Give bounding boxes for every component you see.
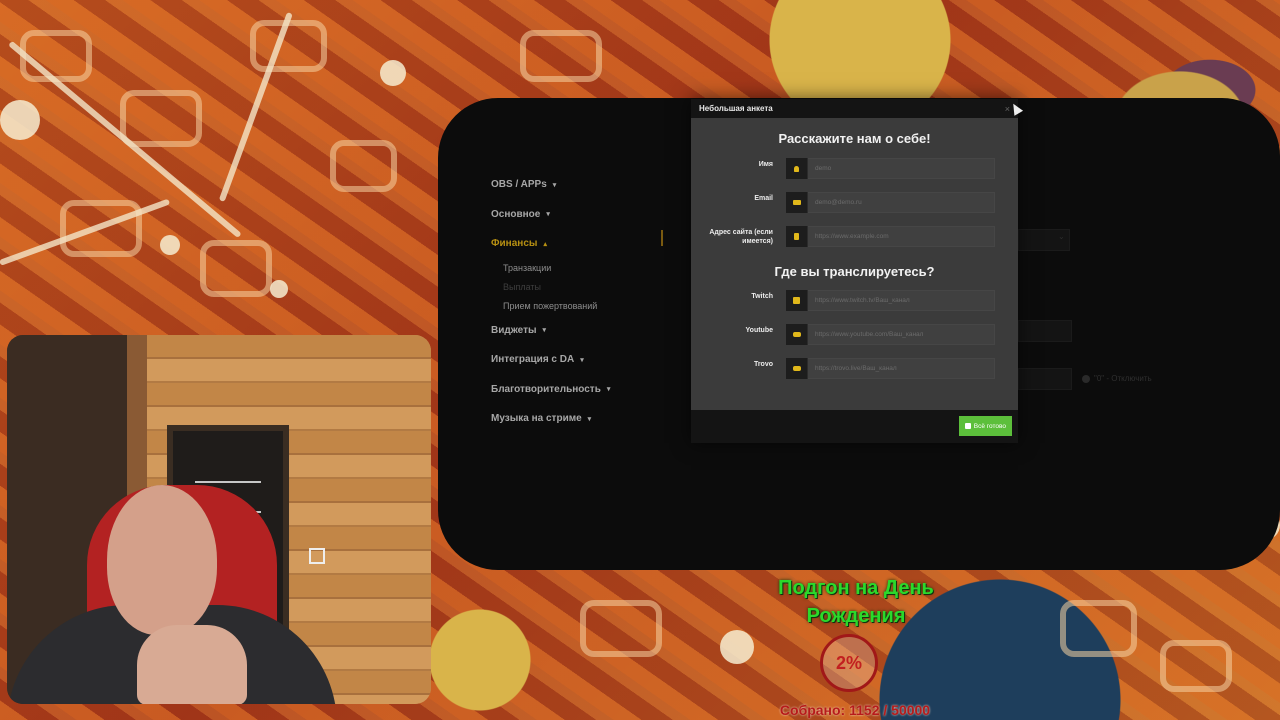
sidebar-item-label: Благотворительность xyxy=(491,383,601,395)
done-button[interactable]: Всё готово xyxy=(958,416,1012,436)
twitch-input-group xyxy=(786,290,995,311)
sidebar-item-label: Основное xyxy=(491,208,541,220)
user-icon xyxy=(786,158,808,179)
retro-shape xyxy=(1060,600,1137,657)
active-section-indicator xyxy=(661,230,663,246)
chevron-down-icon: ▾ xyxy=(580,356,584,364)
sidebar-item-da-integration[interactable]: Интеграция с DA ▾ xyxy=(491,345,691,375)
retro-shape xyxy=(1160,640,1232,692)
sidebar-item-stream-music[interactable]: Музыка на стриме ▾ xyxy=(491,404,691,434)
trovo-icon xyxy=(786,358,808,379)
sidebar-item-label: Музыка на стриме xyxy=(491,413,582,425)
sidebar-item-widgets[interactable]: Виджеты ▾ xyxy=(491,316,691,346)
youtube-input-group xyxy=(786,324,995,345)
trovo-row: Trovo xyxy=(691,358,1018,380)
name-input-group xyxy=(786,158,995,179)
paint-splash xyxy=(270,280,288,298)
info-icon xyxy=(1082,374,1090,383)
about-heading: Расскажите нам о себе! xyxy=(778,131,931,146)
chevron-down-icon: ▾ xyxy=(606,386,611,394)
website-input-group xyxy=(786,226,995,247)
trovo-label: Trovo xyxy=(753,361,773,368)
webcam-light-switch xyxy=(309,548,325,564)
twitch-label: Twitch xyxy=(751,293,773,300)
background-field[interactable] xyxy=(1018,368,1072,390)
hint-text: "0" - Отключить xyxy=(1094,374,1152,383)
youtube-icon xyxy=(786,324,808,345)
twitch-icon xyxy=(786,290,808,311)
twitch-row: Twitch xyxy=(691,290,1018,312)
webcam-feed xyxy=(7,335,431,704)
goal-collected: Собрано: 1152 / 50000 xyxy=(779,702,931,718)
twitch-input[interactable] xyxy=(808,290,995,311)
sidebar-item-charity[interactable]: Благотворительность ▾ xyxy=(491,375,691,405)
chevron-down-icon: ▾ xyxy=(552,181,557,189)
website-input[interactable] xyxy=(808,226,995,247)
goal-percent: 2% xyxy=(835,652,862,673)
modal-header: Небольшая анкета × xyxy=(691,99,1018,118)
youtube-input[interactable] xyxy=(808,324,995,345)
background-field[interactable] xyxy=(1018,320,1072,342)
sidebar-subitem-donations[interactable]: Прием пожертвований xyxy=(503,297,691,316)
website-row: Адрес сайта (если имеется) xyxy=(691,226,1018,248)
bookmark-icon xyxy=(786,226,808,247)
website-label: Адрес сайта (если имеется) xyxy=(709,229,773,245)
chevron-down-icon: ▾ xyxy=(587,415,592,423)
name-label: Имя xyxy=(758,161,773,168)
paint-splash xyxy=(160,235,180,255)
done-button-label: Всё готово xyxy=(973,422,1006,430)
stream-heading: Где вы транслируетесь? xyxy=(774,264,935,279)
goal-title: Подгон на День Рождения xyxy=(778,577,934,627)
email-row: Email xyxy=(691,192,1018,214)
name-row: Имя xyxy=(691,158,1018,180)
goal-progress-ring: 2% xyxy=(820,634,878,692)
sidebar-item-label: Интеграция с DA xyxy=(491,354,575,366)
trovo-input-group xyxy=(786,358,995,379)
envelope-icon xyxy=(786,192,808,213)
sidebar-item-label: Виджеты xyxy=(491,324,537,336)
email-input[interactable] xyxy=(808,192,995,213)
modal-footer: Всё готово xyxy=(691,410,1018,443)
youtube-label: Youtube xyxy=(745,327,773,334)
check-icon xyxy=(964,423,971,429)
retro-shape xyxy=(120,90,202,147)
webcam-person-head xyxy=(107,485,217,635)
retro-shape xyxy=(580,600,662,657)
chevron-up-icon: ▴ xyxy=(543,240,547,248)
retro-shape xyxy=(330,140,397,192)
sidebar-subitem-transactions[interactable]: Транзакции xyxy=(503,259,691,278)
email-input-group xyxy=(786,192,995,213)
retro-shape xyxy=(520,30,602,82)
sidebar-item-obs-apps[interactable]: OBS / APPs ▾ xyxy=(491,170,691,200)
sidebar-item-basic[interactable]: Основное ▾ xyxy=(491,200,691,230)
paint-splash xyxy=(720,630,754,664)
webcam-person-hand xyxy=(137,625,247,704)
youtube-row: Youtube xyxy=(691,324,1018,346)
dashboard-sidebar: OBS / APPs ▾ Основное ▾ Финансы ▴ Транза… xyxy=(491,170,691,434)
sidebar-subitem-payouts[interactable]: Выплаты xyxy=(503,278,691,297)
chevron-down-icon: ▾ xyxy=(546,211,550,219)
retro-shape xyxy=(250,20,327,72)
paint-splash xyxy=(380,60,406,86)
sidebar-item-label: OBS / APPs xyxy=(491,179,547,191)
chevron-down-icon: ⌄ xyxy=(1058,232,1065,241)
name-input[interactable] xyxy=(808,158,995,179)
paint-splash xyxy=(0,100,40,140)
sidebar-item-label: Финансы xyxy=(491,238,538,250)
modal-title: Небольшая анкета xyxy=(699,104,773,113)
modal-body: Расскажите нам о себе! Имя Email Адрес с… xyxy=(691,118,1018,410)
survey-modal: Небольшая анкета × Расскажите нам о себе… xyxy=(691,99,1018,443)
background-hint: "0" - Отключить xyxy=(1082,374,1152,383)
email-label: Email xyxy=(754,195,773,202)
chevron-down-icon: ▾ xyxy=(542,327,547,335)
trovo-input[interactable] xyxy=(808,358,995,379)
retro-shape xyxy=(200,240,272,297)
finance-submenu: Транзакции Выплаты Прием пожертвований xyxy=(491,259,691,316)
